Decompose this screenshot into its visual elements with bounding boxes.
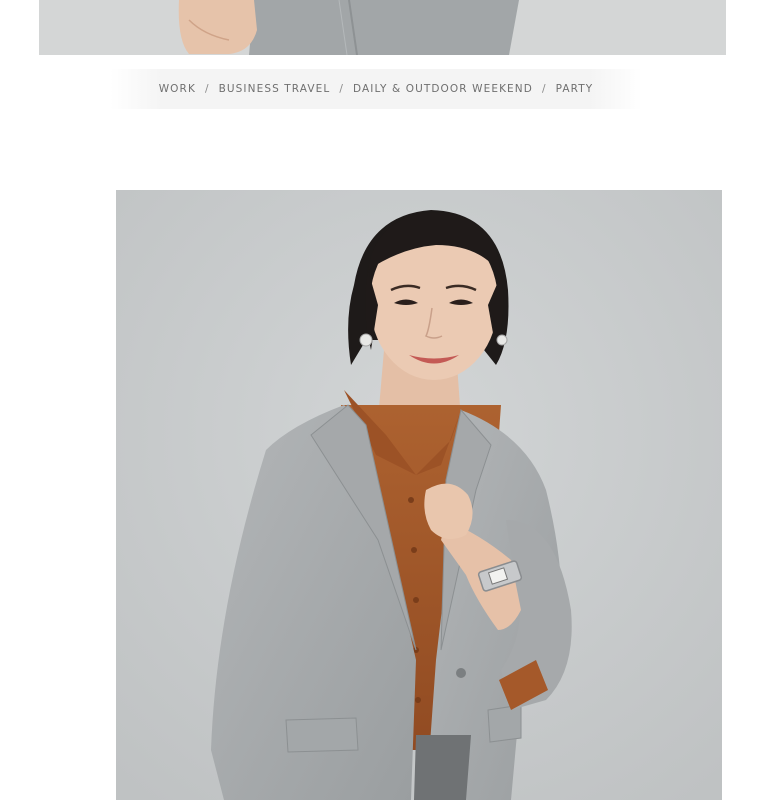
occasion-tags-bar: WORK / BUSINESS TRAVEL / DAILY & OUTDOOR…: [110, 69, 642, 109]
occasion-work: WORK: [158, 83, 196, 95]
occasion-business-travel: BUSINESS TRAVEL: [218, 83, 331, 95]
occasion-list: WORK / BUSINESS TRAVEL / DAILY & OUTDOOR…: [159, 83, 594, 95]
occasion-party: PARTY: [555, 83, 594, 95]
model-photo: [116, 190, 722, 800]
top-photo-crop: [39, 0, 726, 55]
occasion-separator: /: [204, 83, 210, 95]
occasion-separator: /: [339, 83, 344, 95]
occasion-daily-outdoor-weekend: DAILY & OUTDOOR WEEKEND: [353, 83, 533, 95]
occasion-separator: /: [541, 83, 547, 95]
